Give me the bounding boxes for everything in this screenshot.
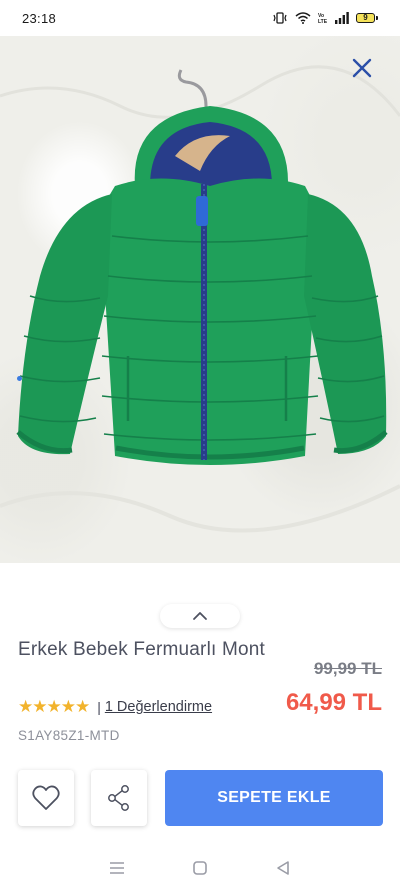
wifi-icon <box>295 12 311 24</box>
rating-separator: | <box>97 699 101 715</box>
jacket-illustration <box>0 65 400 533</box>
back-button[interactable] <box>268 853 298 883</box>
image-pagination-dot <box>17 376 22 381</box>
old-price: 99,99 TL <box>313 659 382 678</box>
battery-icon: 9 <box>356 13 378 23</box>
rating-row: ★★★★★ | 1 Değerlendirme <box>18 697 212 717</box>
rating-stars: ★★★★★ <box>18 697 90 716</box>
svg-text:LTE: LTE <box>318 19 328 24</box>
status-time: 23:18 <box>22 10 57 26</box>
new-price: 64,99 TL <box>285 689 382 716</box>
status-icons: Vo LTE 9 <box>272 12 378 24</box>
product-sku: S1AY85Z1-MTD <box>18 728 120 743</box>
close-button[interactable] <box>350 56 374 80</box>
share-icon <box>108 785 129 811</box>
signal-icon <box>335 12 349 24</box>
close-icon <box>352 58 372 78</box>
menu-icon <box>109 862 124 874</box>
status-bar: 23:18 Vo LTE 9 <box>0 0 400 36</box>
heart-icon <box>32 785 60 810</box>
back-icon <box>277 861 290 875</box>
volte-icon: Vo LTE <box>318 13 328 24</box>
system-nav-bar <box>0 848 400 888</box>
home-button[interactable] <box>185 853 215 883</box>
battery-level: 9 <box>356 13 375 23</box>
reviews-link[interactable]: 1 Değerlendirme <box>105 699 212 715</box>
vibrate-icon <box>273 12 287 24</box>
add-to-cart-button[interactable]: SEPETE EKLE <box>165 770 383 826</box>
favorite-button[interactable] <box>18 770 74 826</box>
product-name: Erkek Bebek Fermuarlı Mont <box>18 639 266 660</box>
home-icon <box>193 861 207 875</box>
share-button[interactable] <box>91 770 147 826</box>
chevron-up-icon <box>193 612 207 620</box>
product-image[interactable] <box>0 36 400 563</box>
expand-details-handle[interactable] <box>160 604 240 628</box>
recent-apps-button[interactable] <box>102 853 132 883</box>
